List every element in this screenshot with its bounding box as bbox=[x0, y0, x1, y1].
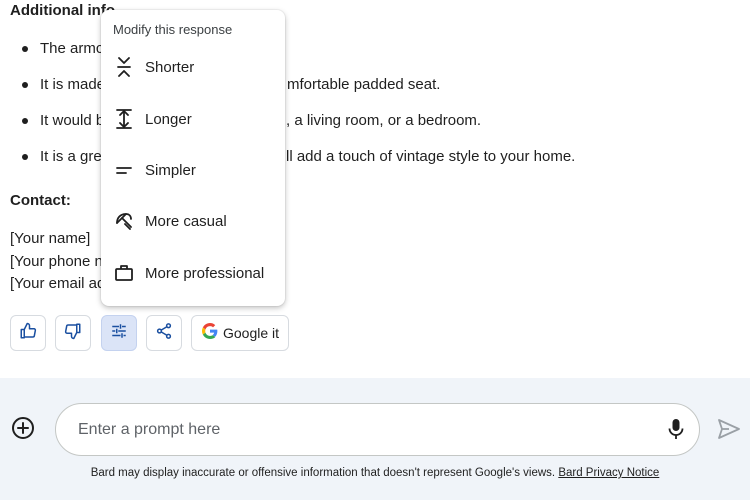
simpler-icon bbox=[113, 159, 135, 181]
thumbs-down-icon bbox=[64, 322, 82, 345]
send-button[interactable] bbox=[716, 418, 742, 444]
contact-heading: Contact: bbox=[10, 192, 71, 209]
disclaimer: Bard may display inaccurate or offensive… bbox=[0, 467, 750, 479]
menu-title: Modify this response bbox=[113, 22, 233, 37]
menu-item-simpler[interactable]: Simpler bbox=[101, 148, 285, 192]
casual-icon bbox=[113, 210, 135, 232]
google-it-label: Google it bbox=[223, 325, 280, 341]
modify-response-menu: Modify this response Shorter Longer Simp… bbox=[101, 10, 285, 306]
menu-item-label: Simpler bbox=[145, 161, 196, 179]
menu-item-longer[interactable]: Longer bbox=[101, 97, 285, 141]
menu-item-shorter[interactable]: Shorter bbox=[101, 45, 285, 89]
bullet-dot bbox=[22, 118, 28, 124]
bullet-dot bbox=[22, 82, 28, 88]
modify-response-button[interactable] bbox=[101, 315, 137, 351]
thumbs-up-button[interactable] bbox=[10, 315, 46, 351]
bullet-dot bbox=[22, 154, 28, 160]
add-content-button[interactable] bbox=[10, 416, 36, 445]
menu-item-label: More professional bbox=[145, 264, 265, 282]
briefcase-icon bbox=[113, 262, 135, 284]
menu-item-label: More casual bbox=[145, 212, 227, 230]
prompt-input[interactable] bbox=[78, 417, 638, 443]
share-icon bbox=[155, 322, 173, 345]
menu-item-label: Longer bbox=[145, 110, 192, 128]
google-it-button[interactable]: Google it bbox=[191, 315, 289, 351]
tune-icon bbox=[110, 322, 128, 345]
response-heading: Additional info bbox=[10, 2, 115, 19]
disclaimer-text: Bard may display inaccurate or offensive… bbox=[90, 467, 556, 479]
bullet-text-start: It is made bbox=[40, 76, 106, 93]
menu-item-label: Shorter bbox=[145, 58, 195, 76]
privacy-notice-link[interactable]: Bard Privacy Notice bbox=[558, 467, 659, 479]
bullet-text-end: mfortable padded seat. bbox=[287, 76, 441, 93]
contact-line: [Your phone n bbox=[10, 252, 103, 270]
contact-line: [Your name] bbox=[10, 230, 91, 247]
bullet-text-start: It is a grea bbox=[40, 148, 111, 165]
prompt-box bbox=[55, 403, 700, 456]
longer-icon bbox=[113, 108, 135, 130]
menu-item-more-casual[interactable]: More casual bbox=[101, 199, 285, 243]
bullet-dot bbox=[22, 46, 28, 52]
google-logo-icon bbox=[202, 322, 218, 344]
bullet-text-start: It would b bbox=[40, 112, 105, 129]
bullet-text-end: , a living room, or a bedroom. bbox=[286, 112, 482, 129]
contact-line: [Your email ad bbox=[10, 275, 106, 292]
menu-item-more-professional[interactable]: More professional bbox=[101, 251, 285, 295]
microphone-icon bbox=[668, 418, 684, 445]
thumbs-down-button[interactable] bbox=[55, 315, 91, 351]
send-icon bbox=[718, 418, 740, 444]
shorter-icon bbox=[113, 56, 135, 78]
microphone-button[interactable] bbox=[665, 418, 687, 444]
contact-details: [Your name] [Your phone n [Your email ad bbox=[10, 228, 105, 296]
share-button[interactable] bbox=[146, 315, 182, 351]
thumbs-up-icon bbox=[19, 322, 37, 345]
bullet-text-start: The armc bbox=[40, 40, 104, 57]
plus-circle-icon bbox=[11, 416, 35, 445]
bullet-text-end: ll add a touch of vintage style to your … bbox=[286, 148, 576, 165]
